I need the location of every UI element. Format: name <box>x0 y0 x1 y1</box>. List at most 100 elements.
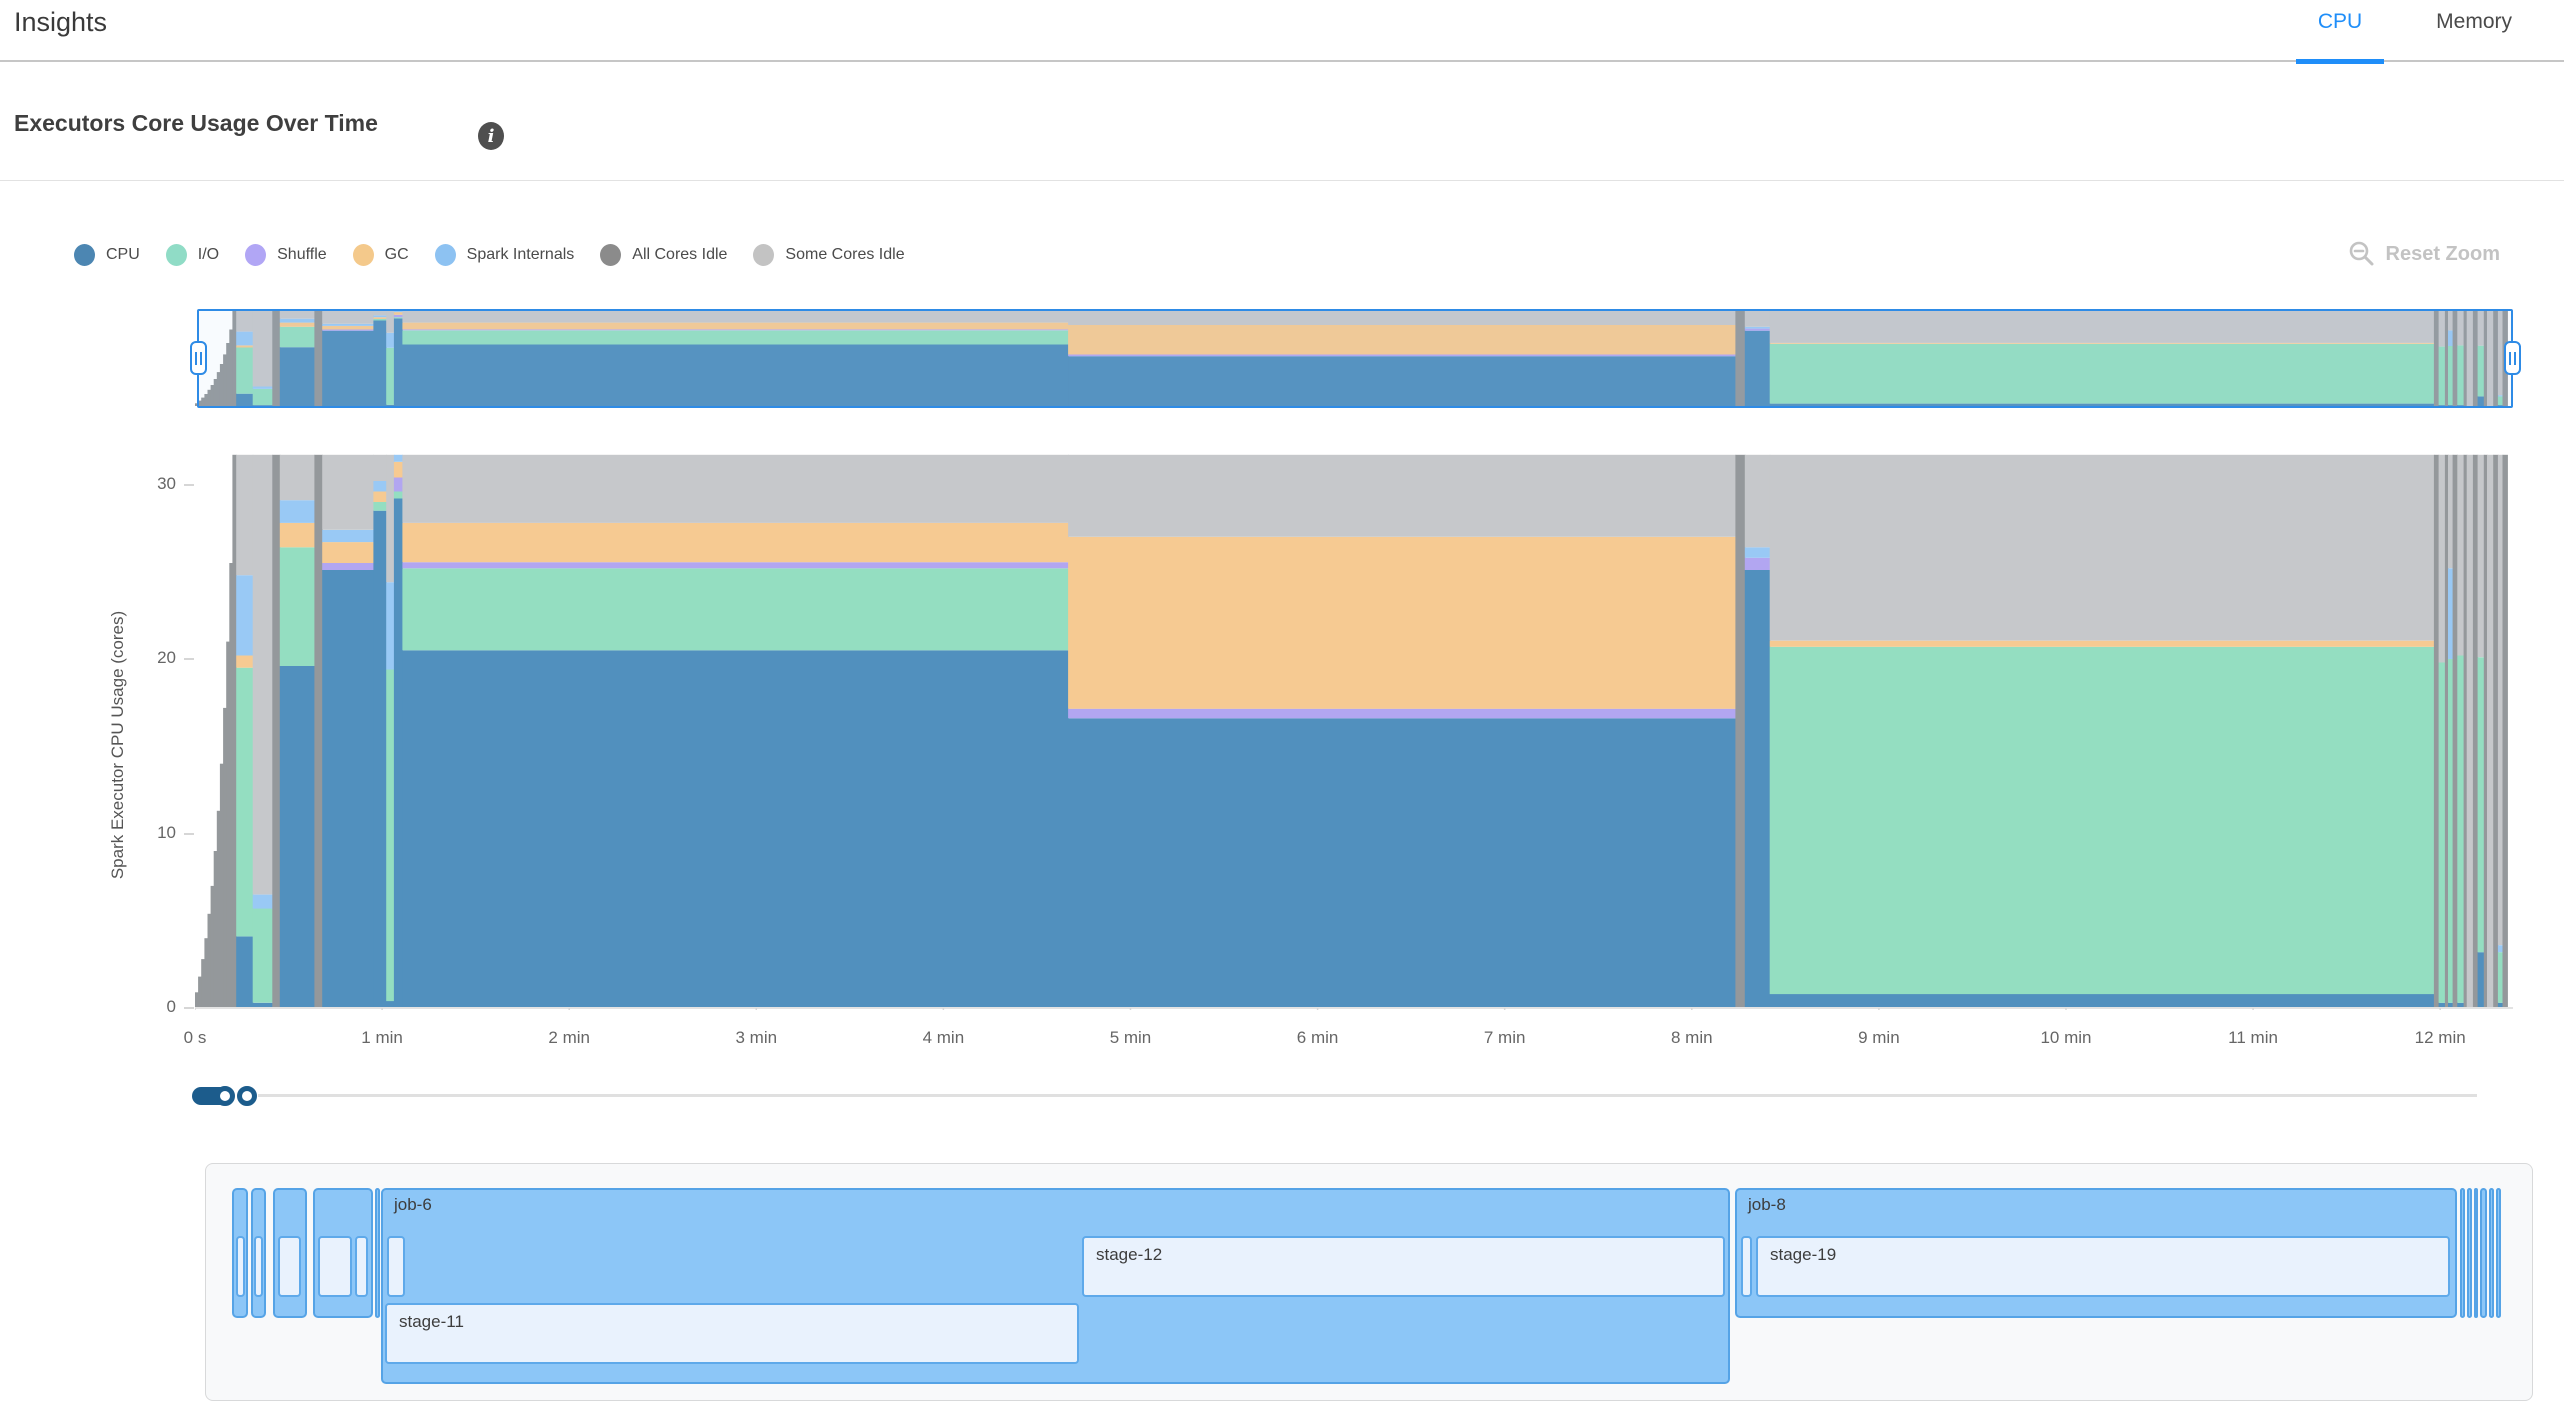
insights-page: Insights CPU Memory Executors Core Usage… <box>0 0 2564 1404</box>
area-internals <box>322 530 374 542</box>
area-some_idle <box>1068 455 1736 537</box>
stage-bar[interactable] <box>387 1236 405 1297</box>
job-bar[interactable] <box>2460 1188 2465 1318</box>
legend-item-cpu[interactable]: CPU <box>74 244 140 266</box>
tab-cpu[interactable]: CPU <box>2296 0 2384 62</box>
overview-brush-selection[interactable] <box>197 309 2513 408</box>
area-some_idle <box>2467 455 2474 1008</box>
legend-item-all_idle[interactable]: All Cores Idle <box>600 244 727 266</box>
area-io <box>402 568 1069 650</box>
stage-bar[interactable] <box>254 1236 263 1297</box>
job-bar[interactable] <box>375 1188 380 1318</box>
x-tick-label: 3 min <box>711 1028 801 1048</box>
area-io <box>236 668 253 937</box>
area-gc <box>280 523 315 547</box>
area-internals <box>253 895 273 909</box>
x-tick-label: 9 min <box>1834 1028 1924 1048</box>
stage-bar[interactable] <box>278 1236 301 1297</box>
legend-item-io[interactable]: I/O <box>166 244 219 266</box>
x-tick-label: 10 min <box>2021 1028 2111 1048</box>
stage-bar[interactable] <box>355 1236 368 1297</box>
legend-label: Shuffle <box>277 246 327 264</box>
all_idle-legend-dot-icon <box>600 244 621 266</box>
area-io <box>280 547 315 666</box>
area-shuffle <box>394 478 403 492</box>
stage-bar[interactable] <box>236 1236 245 1297</box>
legend-item-gc[interactable]: GC <box>353 244 409 266</box>
jobs-timeline-panel: job-6stage-12stage-11job-8stage-19 <box>205 1163 2533 1401</box>
area-some_idle <box>2478 455 2485 657</box>
job-bar[interactable] <box>2496 1188 2501 1318</box>
tab-memory[interactable]: Memory <box>2414 0 2534 62</box>
area-some_idle <box>402 455 1069 523</box>
reset-zoom-button[interactable]: Reset Zoom <box>2348 240 2500 268</box>
area-some_idle <box>2448 455 2453 568</box>
area-gc <box>394 462 403 478</box>
y-axis-title: Spark Executor CPU Usage (cores) <box>108 460 128 1030</box>
area-some_idle <box>2457 455 2464 656</box>
legend-label: I/O <box>198 246 219 264</box>
y-tick-label: 10 <box>130 823 176 843</box>
area-shuffle <box>1068 709 1736 719</box>
x-tick-label: 12 min <box>2395 1028 2485 1048</box>
cpu-legend-dot-icon <box>74 244 95 266</box>
reset-zoom-label: Reset Zoom <box>2386 243 2500 266</box>
stage-bar-stage-19[interactable]: stage-19 <box>1756 1236 2450 1297</box>
stage-bar[interactable] <box>1741 1236 1752 1297</box>
area-internals <box>2498 945 2503 952</box>
legend-item-some_idle[interactable]: Some Cores Idle <box>753 244 904 266</box>
area-internals <box>373 481 387 492</box>
legend-label: All Cores Idle <box>632 246 727 264</box>
stage-bar-stage-11[interactable]: stage-11 <box>385 1303 1079 1364</box>
x-tick-label: 1 min <box>337 1028 427 1048</box>
area-io <box>2448 659 2453 1003</box>
gc-legend-dot-icon <box>353 244 374 266</box>
area-internals <box>236 575 253 655</box>
y-tick-mark <box>184 833 194 835</box>
x-tick-label: 0 s <box>150 1028 240 1048</box>
area-some_idle <box>2498 455 2503 945</box>
job-bar[interactable] <box>2474 1188 2478 1318</box>
area-internals <box>386 582 395 669</box>
area-all_idle <box>2473 455 2478 1008</box>
area-all_idle <box>2453 455 2458 1008</box>
area-internals <box>394 455 403 462</box>
zoom-slider-knob-left[interactable] <box>215 1086 235 1106</box>
job-bar[interactable] <box>2489 1188 2494 1318</box>
main-chart[interactable] <box>195 450 2513 1010</box>
y-tick-label: 30 <box>130 474 176 494</box>
legend-label: CPU <box>106 246 140 264</box>
info-icon[interactable]: i <box>478 122 504 150</box>
shuffle-legend-dot-icon <box>245 244 266 266</box>
area-all_idle <box>1735 455 1745 1008</box>
legend-label: Spark Internals <box>467 246 575 264</box>
job-bar[interactable] <box>2480 1188 2487 1318</box>
job-bar[interactable] <box>2467 1188 2472 1318</box>
legend-item-shuffle[interactable]: Shuffle <box>245 244 327 266</box>
brush-handle-right[interactable] <box>2504 341 2521 375</box>
area-internals <box>2448 568 2453 659</box>
stage-label: stage-19 <box>1770 1245 2448 1265</box>
brush-handle-left[interactable] <box>190 341 207 375</box>
y-tick-mark <box>184 1007 194 1009</box>
legend-label: Some Cores Idle <box>785 246 904 264</box>
stage-label: stage-11 <box>399 1312 1077 1332</box>
area-cpu <box>1770 994 2435 1008</box>
area-gc <box>1068 537 1736 709</box>
stage-bar-stage-12[interactable]: stage-12 <box>1082 1236 1725 1297</box>
job-label: job-6 <box>394 1195 1728 1215</box>
legend-item-internals[interactable]: Spark Internals <box>435 244 575 266</box>
io-legend-dot-icon <box>166 244 187 266</box>
area-io <box>394 492 403 499</box>
area-gc <box>236 656 253 668</box>
zoom-slider-knob-right[interactable] <box>237 1086 257 1106</box>
page-title: Insights <box>14 7 107 38</box>
stage-bar[interactable] <box>318 1236 352 1297</box>
y-tick-mark <box>184 658 194 660</box>
area-io <box>386 670 395 1002</box>
area-cpu <box>373 511 387 1008</box>
zoom-slider-track[interactable] <box>258 1094 2477 1097</box>
legend: CPU I/O Shuffle GC Spark Internals All Cores … <box>74 244 905 266</box>
legend-label: GC <box>385 246 409 264</box>
area-cpu <box>402 650 1069 1008</box>
